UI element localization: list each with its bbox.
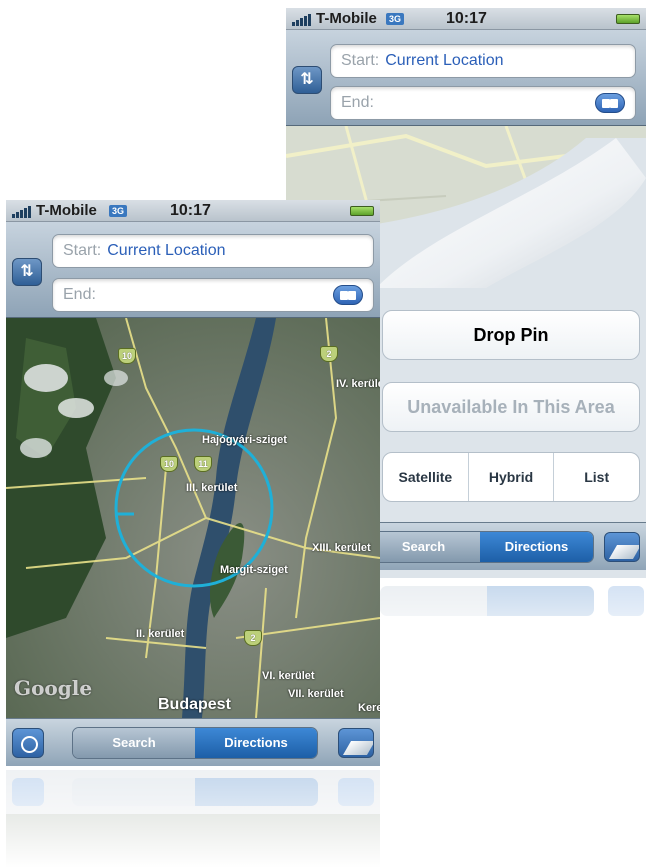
status-bar: T-Mobile 3G 10:17 — [6, 200, 380, 222]
map-label-district-3: III. kerület — [186, 482, 238, 494]
search-tab[interactable]: Search — [367, 532, 480, 562]
front-reflection-fade — [6, 770, 380, 868]
road-shield: 11 — [194, 456, 212, 472]
front-phone-screen: T-Mobile 3G 10:17 ⇅ Start: Current Locati… — [6, 200, 380, 766]
start-label: Start: — [63, 242, 102, 259]
map-label-island-north: Hajógyári-sziget — [202, 434, 287, 446]
search-tab[interactable]: Search — [73, 728, 195, 758]
start-field[interactable]: Start: Current Location — [52, 234, 374, 268]
page-curl-button[interactable] — [338, 728, 374, 758]
bookmarks-icon[interactable] — [333, 285, 363, 305]
bottom-toolbar: Search Directions — [6, 718, 380, 766]
end-field[interactable]: End: — [330, 86, 636, 120]
page-curl-button[interactable] — [604, 532, 640, 562]
end-label: End: — [341, 94, 374, 111]
directions-bar: ⇅ Start: Current Location End: — [286, 30, 646, 126]
map-label-district-7: VII. kerület — [288, 688, 344, 700]
map-label-margit-island: Margit-sziget — [220, 564, 288, 576]
carrier-name: T-Mobile — [36, 202, 97, 219]
swap-route-button[interactable]: ⇅ — [12, 258, 42, 286]
clock: 10:17 — [170, 202, 211, 219]
google-attribution: Google — [14, 676, 93, 700]
map-label-district-4: IV. kerület — [336, 378, 380, 390]
mode-segment: Search Directions — [366, 531, 594, 563]
road-shield: 2 — [244, 630, 262, 646]
carrier-name: T-Mobile — [316, 10, 377, 27]
start-label: Start: — [341, 52, 380, 69]
mode-segment: Search Directions — [72, 727, 318, 759]
map-type-satellite[interactable]: Satellite — [383, 453, 468, 501]
swap-route-button[interactable]: ⇅ — [292, 66, 322, 94]
satellite-map[interactable]: 10 2 10 11 2 Hajógyári-sziget III. kerül… — [6, 318, 380, 718]
map-label-district-6: VI. kerület — [262, 670, 315, 682]
battery-icon — [616, 14, 640, 24]
road-shield: 10 — [160, 456, 178, 472]
bookmarks-icon[interactable] — [595, 93, 625, 113]
drop-pin-button[interactable]: Drop Pin — [382, 310, 640, 360]
map-label-district-2: II. kerület — [136, 628, 185, 640]
map-type-hybrid[interactable]: Hybrid — [467, 453, 554, 501]
signal-icon — [12, 206, 32, 218]
directions-bar: ⇅ Start: Current Location End: — [6, 222, 380, 318]
map-label-district-13: XIII. kerület — [312, 542, 371, 554]
signal-icon — [292, 14, 312, 26]
end-label: End: — [63, 286, 96, 303]
map-label-kerep: Kerep — [358, 702, 380, 714]
start-value: Current Location — [385, 52, 504, 69]
map-label-city: Budapest — [158, 696, 231, 713]
traffic-button[interactable]: Unavailable In This Area — [382, 382, 640, 432]
start-value: Current Location — [107, 242, 226, 259]
map-type-selector: Satellite Hybrid List — [382, 452, 640, 502]
clock: 10:17 — [446, 10, 487, 27]
road-shield: 2 — [320, 346, 338, 362]
start-field[interactable]: Start: Current Location — [330, 44, 636, 78]
locate-me-button[interactable] — [12, 728, 44, 758]
network-badge: 3G — [109, 205, 127, 217]
network-badge: 3G — [386, 13, 404, 25]
directions-tab[interactable]: Directions — [480, 532, 593, 562]
back-reflection-fade — [380, 580, 646, 660]
battery-icon — [350, 206, 374, 216]
road-shield: 10 — [118, 348, 136, 364]
end-field[interactable]: End: — [52, 278, 374, 312]
directions-tab[interactable]: Directions — [195, 728, 317, 758]
map-type-list[interactable]: List — [553, 453, 639, 501]
satellite-imagery — [6, 318, 380, 718]
status-bar: T-Mobile 3G 10:17 — [286, 8, 646, 30]
